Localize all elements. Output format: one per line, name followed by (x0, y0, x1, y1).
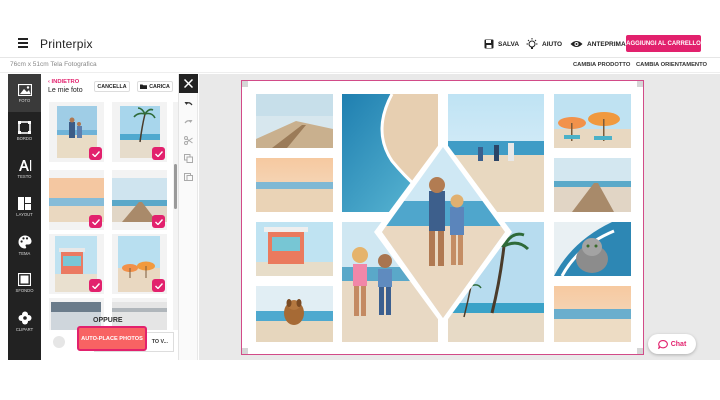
photo-thumbnail[interactable] (112, 170, 167, 230)
upload-label: CARICA (149, 83, 170, 90)
tool-theme[interactable]: TEMA (8, 226, 41, 264)
tool-text-label: TESTO (17, 174, 32, 179)
canvas-corner-handle[interactable] (242, 81, 248, 87)
tool-photos-label: FOTO (18, 97, 31, 103)
chat-bubble-icon (657, 339, 668, 349)
panel-scrollbar-thumb[interactable] (174, 164, 177, 209)
collage-photo[interactable] (256, 286, 333, 342)
back-link[interactable]: ‹ INDIETRO (48, 79, 79, 85)
tool-clipart-label: CLIPART (15, 326, 34, 332)
save-icon (484, 39, 494, 49)
canvas-corner-handle[interactable] (637, 348, 643, 354)
scissors-icon[interactable] (184, 136, 193, 145)
canvas-corner-handle[interactable] (637, 81, 643, 87)
selected-check-icon (152, 279, 165, 292)
editor-app: Printerpix SALVA AIUTO ANTEPRIMA AGGIUNG… (0, 0, 720, 400)
option-circle[interactable] (53, 336, 65, 348)
edit-tools-strip (179, 74, 198, 360)
selected-check-icon (152, 215, 165, 228)
clear-button[interactable]: CANCELLA (94, 81, 130, 92)
redo-icon[interactable] (184, 118, 193, 127)
add-to-cart-button[interactable]: AGGIUNGI AL CARRELLO (626, 35, 701, 52)
close-panel-button[interactable] (179, 74, 198, 93)
selected-check-icon (89, 279, 102, 292)
change-product-link[interactable]: CAMBIA PRODOTTO (573, 62, 630, 68)
layout-icon (18, 197, 31, 210)
change-orientation-link[interactable]: CAMBIA ORIENTAMENTO (636, 62, 707, 68)
product-bar: 76cm x 51cm Tela Fotografica CAMBIA PROD… (0, 58, 720, 73)
background-icon (18, 273, 31, 286)
collage-photo[interactable] (554, 158, 631, 212)
photo-thumbnail-grid (41, 102, 173, 330)
collage-layout (242, 81, 643, 354)
chat-label: Chat (670, 340, 687, 348)
selected-check-icon (89, 147, 102, 160)
collage-photo[interactable] (554, 222, 631, 277)
photo-icon (17, 83, 32, 96)
paste-icon[interactable] (184, 172, 193, 181)
canvas-corner-handle[interactable] (242, 348, 248, 354)
lightbulb-icon (526, 38, 538, 49)
tool-layout[interactable]: LAYOUT (8, 188, 41, 226)
photo-thumbnail[interactable] (49, 234, 104, 294)
tool-background-label: SFONDO (15, 288, 34, 293)
copy-icon[interactable] (184, 154, 193, 163)
tool-clipart[interactable]: CLIPART (8, 302, 41, 340)
tool-text[interactable]: TESTO (8, 150, 41, 188)
product-size-label: 76cm x 51cm Tela Fotografica (10, 61, 97, 68)
collage-photo[interactable] (554, 286, 631, 342)
tool-border-label: BORDO (16, 136, 33, 141)
logo[interactable]: Printerpix (40, 37, 93, 51)
folder-icon (140, 84, 148, 89)
help-label: AIUTO (542, 40, 563, 48)
menu-icon[interactable] (18, 38, 28, 48)
auto-place-photos-button[interactable]: AUTO-PLACE PHOTOS (77, 326, 147, 351)
collage-photo[interactable] (256, 222, 333, 276)
photo-thumbnail[interactable] (112, 102, 167, 162)
panel-title: Le mie foto (48, 87, 83, 94)
photo-panel: ‹ INDIETRO Le mie foto CANCELLA CARICA O… (41, 74, 179, 360)
tool-layout-label: LAYOUT (16, 212, 33, 217)
back-label: INDIETRO (51, 79, 80, 85)
top-header: Printerpix SALVA AIUTO ANTEPRIMA AGGIUNG… (0, 0, 720, 58)
help-button[interactable]: AIUTO (526, 37, 562, 51)
collage-photo[interactable] (256, 158, 333, 212)
tool-theme-label: TEMA (18, 250, 31, 256)
selected-check-icon (89, 215, 102, 228)
preview-label: ANTEPRIMA (587, 40, 626, 48)
upload-button[interactable]: CARICA (137, 81, 173, 92)
clipart-icon (18, 311, 31, 324)
chat-button[interactable]: Chat (648, 334, 696, 354)
palette-icon (18, 235, 31, 248)
undo-icon[interactable] (184, 100, 193, 109)
border-icon (18, 121, 31, 134)
eye-icon (570, 41, 583, 47)
photo-thumbnail[interactable] (49, 170, 104, 230)
tool-border[interactable]: BORDO (8, 112, 41, 150)
photo-thumbnail[interactable] (49, 102, 104, 162)
tool-sidebar: FOTO BORDO TESTO LAYOUT TEMA SFONDO CLIP… (8, 74, 41, 360)
save-label: SALVA (498, 40, 520, 48)
photo-thumbnail[interactable] (112, 234, 167, 294)
collage-photo[interactable] (256, 94, 333, 148)
text-icon (18, 160, 31, 171)
selected-check-icon (152, 147, 165, 160)
tool-background[interactable]: SFONDO (8, 264, 41, 302)
or-divider-label: OPPURE (93, 317, 123, 324)
preview-button[interactable]: ANTEPRIMA (570, 37, 626, 51)
collage-canvas[interactable] (241, 80, 644, 355)
save-button[interactable]: SALVA (484, 37, 519, 51)
close-icon (184, 79, 193, 88)
collage-photo[interactable] (554, 94, 631, 148)
panel-scrollbar-track[interactable] (173, 102, 178, 330)
tool-photos[interactable]: FOTO (8, 74, 41, 112)
